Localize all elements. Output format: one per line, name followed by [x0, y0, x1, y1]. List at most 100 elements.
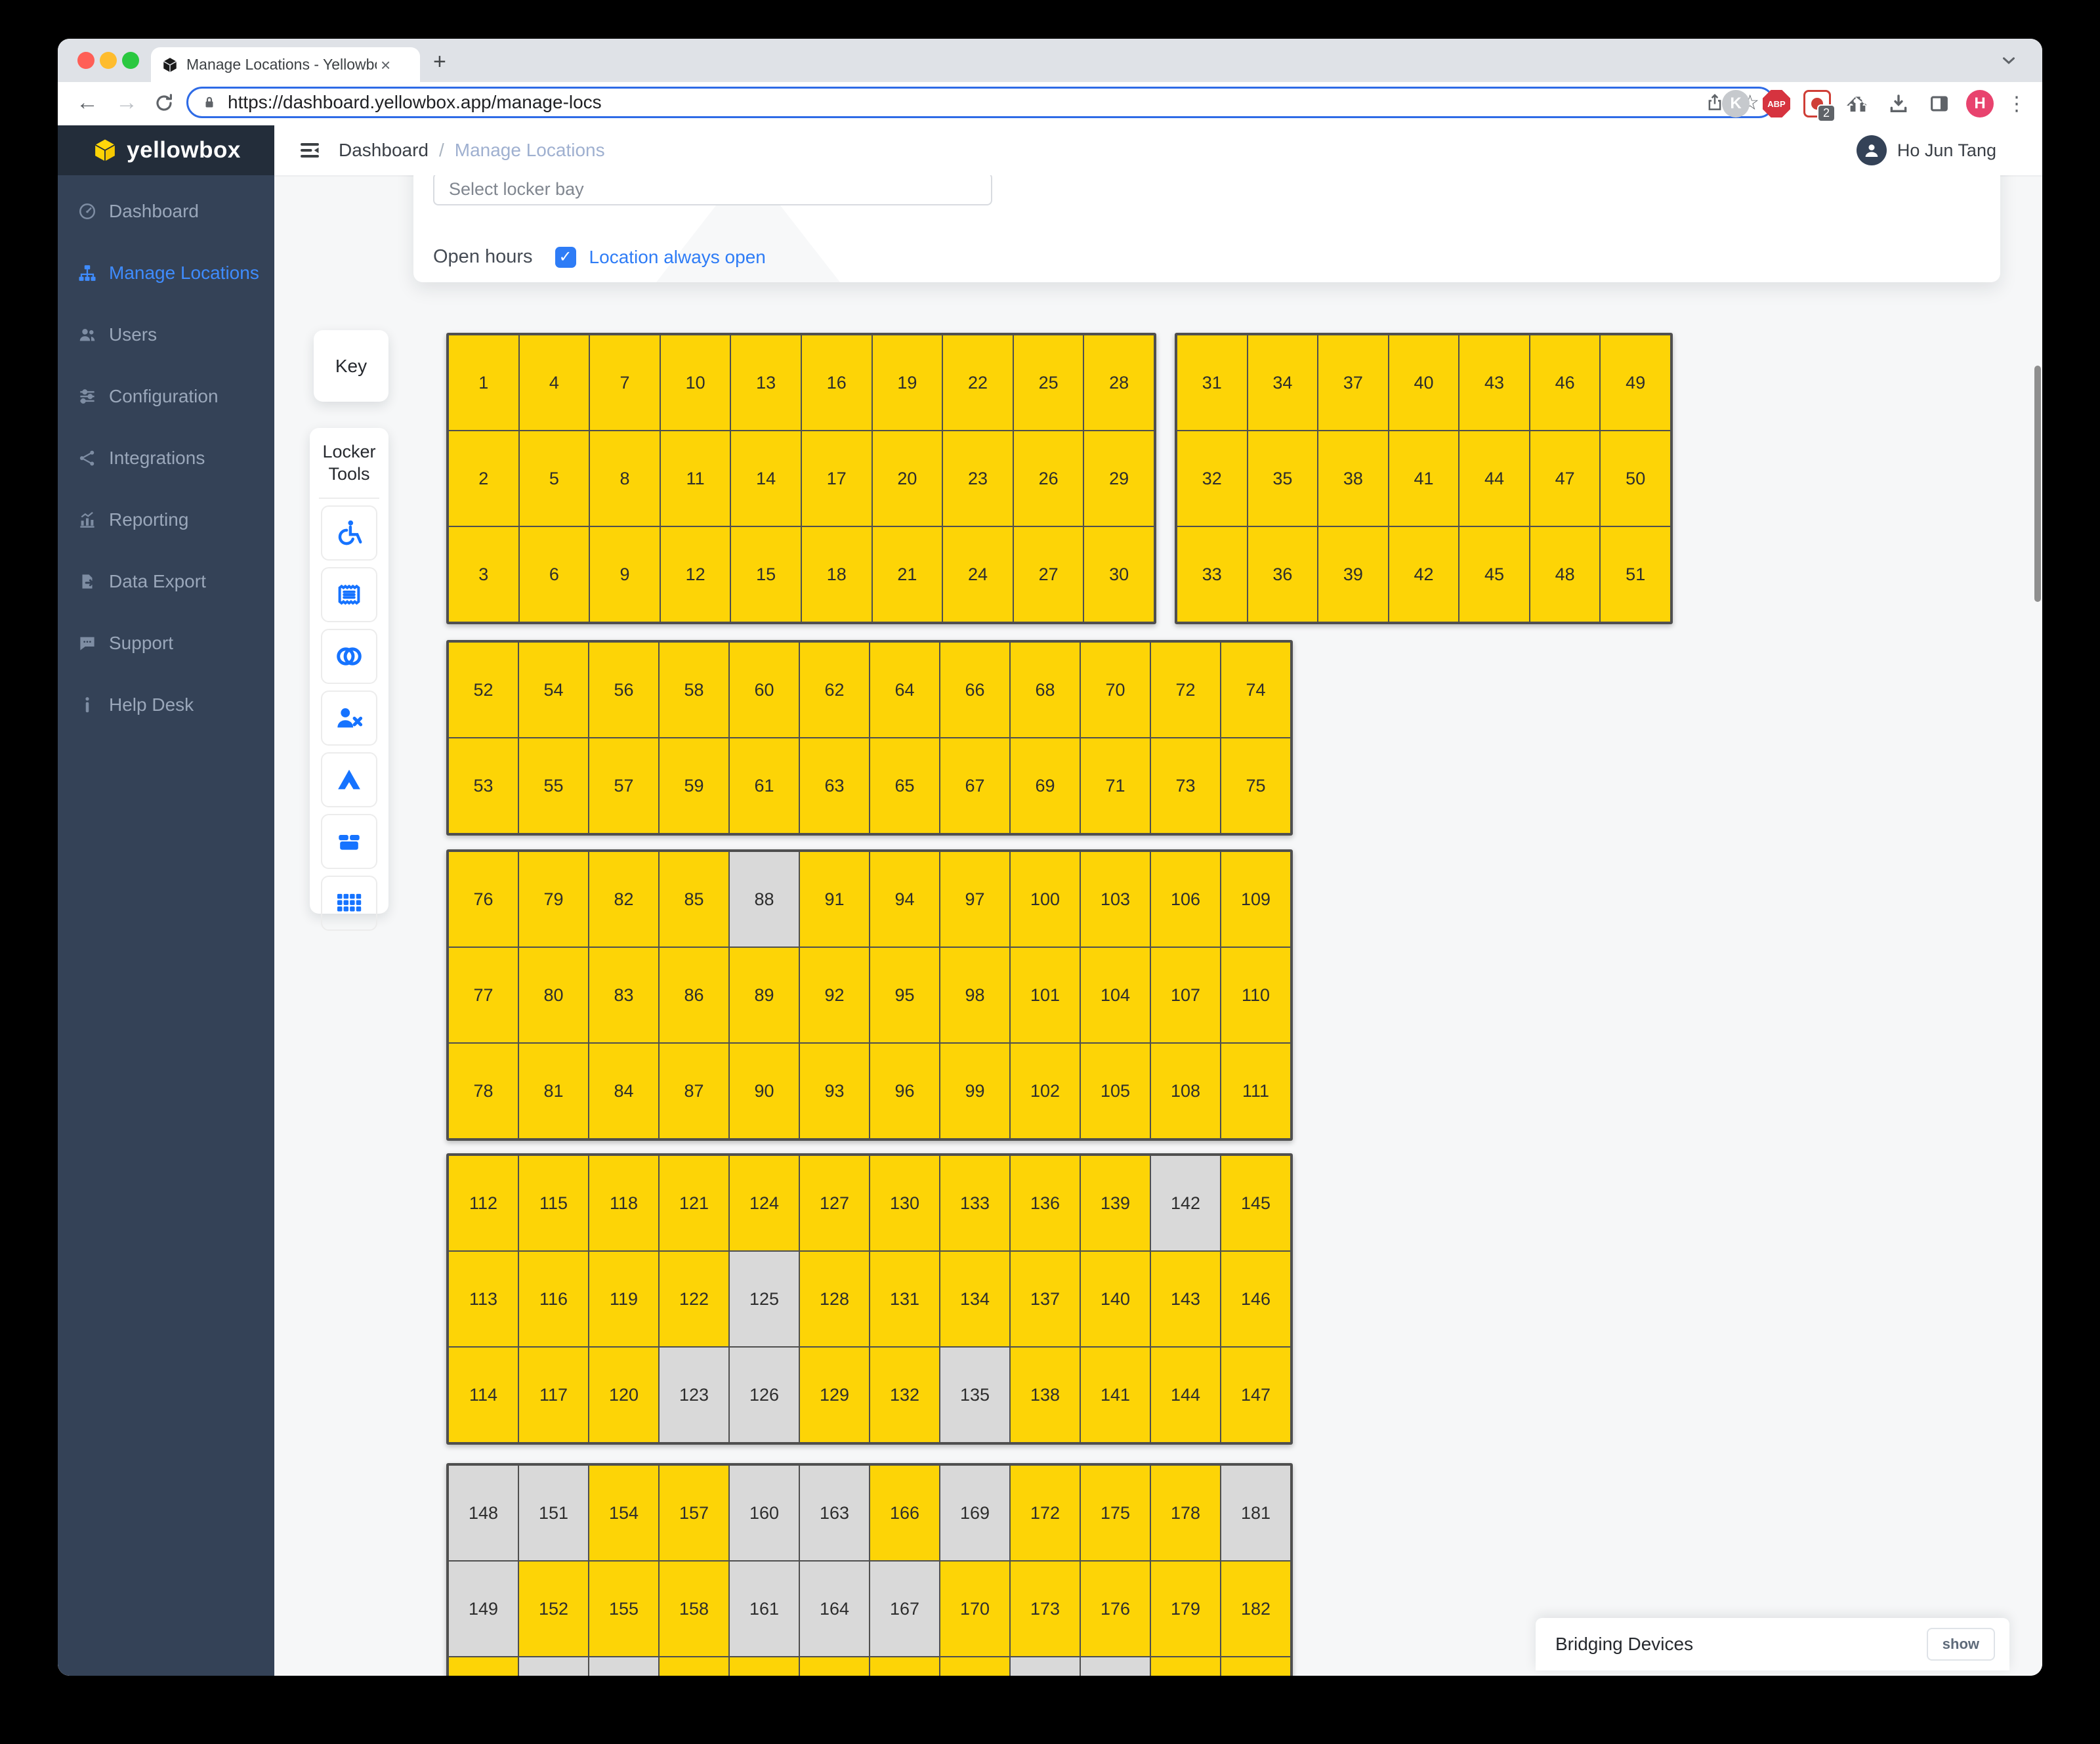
locker-cell-135[interactable]: 135 [940, 1347, 1010, 1443]
tool-circles-button[interactable] [321, 629, 377, 684]
locker-cell[interactable] [589, 1657, 659, 1676]
locker-cell-39[interactable]: 39 [1318, 526, 1389, 622]
locker-cell-103[interactable]: 103 [1080, 851, 1150, 947]
url-text[interactable]: https://dashboard.yellowbox.app/manage-l… [228, 92, 1689, 113]
locker-cell-154[interactable]: 154 [589, 1465, 659, 1561]
locker-cell-71[interactable]: 71 [1080, 738, 1150, 834]
locker-cell-102[interactable]: 102 [1010, 1043, 1080, 1139]
locker-cell[interactable] [448, 1657, 518, 1676]
locker-cell-2[interactable]: 2 [448, 431, 519, 526]
locker-cell-140[interactable]: 140 [1080, 1251, 1150, 1347]
locker-cell-116[interactable]: 116 [518, 1251, 589, 1347]
locker-cell-161[interactable]: 161 [729, 1561, 799, 1657]
locker-cell-100[interactable]: 100 [1010, 851, 1080, 947]
sidebar-item-help[interactable]: Help Desk [58, 674, 274, 736]
locker-cell-132[interactable]: 132 [870, 1347, 940, 1443]
sidebar-item-export[interactable]: Data Export [58, 551, 274, 612]
locker-cell-147[interactable]: 147 [1221, 1347, 1291, 1443]
window-zoom-button[interactable] [122, 52, 139, 69]
browser-menu-icon[interactable]: ⋮ [2007, 93, 2026, 116]
locker-cell-27[interactable]: 27 [1013, 526, 1084, 622]
locker-cell-21[interactable]: 21 [872, 526, 943, 622]
locker-cell-149[interactable]: 149 [448, 1561, 518, 1657]
locker-cell-119[interactable]: 119 [589, 1251, 659, 1347]
locker-cell-54[interactable]: 54 [518, 642, 589, 738]
locker-cell-111[interactable]: 111 [1221, 1043, 1291, 1139]
locker-cell-17[interactable]: 17 [801, 431, 872, 526]
locker-cell-146[interactable]: 146 [1221, 1251, 1291, 1347]
locker-cell[interactable] [729, 1657, 799, 1676]
locker-cell-24[interactable]: 24 [942, 526, 1013, 622]
locker-cell-160[interactable]: 160 [729, 1465, 799, 1561]
locker-cell-56[interactable]: 56 [589, 642, 659, 738]
locker-cell-22[interactable]: 22 [942, 335, 1013, 431]
tool-grid-button[interactable] [321, 876, 377, 931]
locker-cell-106[interactable]: 106 [1150, 851, 1221, 947]
sidebar-item-reporting[interactable]: Reporting [58, 489, 274, 551]
locker-cell-169[interactable]: 169 [940, 1465, 1010, 1561]
checkbox-checked-icon[interactable]: ✓ [555, 247, 576, 268]
locker-cell-5[interactable]: 5 [519, 431, 590, 526]
locker-cell-134[interactable]: 134 [940, 1251, 1010, 1347]
locker-cell-53[interactable]: 53 [448, 738, 518, 834]
locker-cell-107[interactable]: 107 [1150, 947, 1221, 1043]
locker-cell-130[interactable]: 130 [870, 1155, 940, 1251]
browser-tab[interactable]: Manage Locations - Yellowbox × [151, 47, 420, 82]
locker-cell-104[interactable]: 104 [1080, 947, 1150, 1043]
locker-cell-55[interactable]: 55 [518, 738, 589, 834]
locker-cell-73[interactable]: 73 [1150, 738, 1221, 834]
tool-user-remove-button[interactable] [321, 691, 377, 746]
locker-cell-94[interactable]: 94 [870, 851, 940, 947]
locker-cell-63[interactable]: 63 [799, 738, 870, 834]
locker-cell-95[interactable]: 95 [870, 947, 940, 1043]
breadcrumb-dashboard[interactable]: Dashboard [339, 140, 429, 161]
locker-cell-105[interactable]: 105 [1080, 1043, 1150, 1139]
menu-fold-icon[interactable] [298, 138, 322, 162]
locker-cell-61[interactable]: 61 [729, 738, 799, 834]
locker-cell-142[interactable]: 142 [1150, 1155, 1221, 1251]
window-minimize-button[interactable] [100, 52, 117, 69]
locker-cell-173[interactable]: 173 [1010, 1561, 1080, 1657]
locker-cell-124[interactable]: 124 [729, 1155, 799, 1251]
locker-cell-148[interactable]: 148 [448, 1465, 518, 1561]
locker-cell-99[interactable]: 99 [940, 1043, 1010, 1139]
locker-cell-158[interactable]: 158 [659, 1561, 729, 1657]
url-bar[interactable]: https://dashboard.yellowbox.app/manage-l… [186, 87, 1774, 118]
locker-cell-40[interactable]: 40 [1389, 335, 1460, 431]
locker-cell-30[interactable]: 30 [1083, 526, 1154, 622]
locker-cell-113[interactable]: 113 [448, 1251, 518, 1347]
forward-button[interactable]: → [116, 90, 138, 116]
locker-cell-75[interactable]: 75 [1221, 738, 1291, 834]
locker-cell[interactable] [870, 1657, 940, 1676]
locker-cell-76[interactable]: 76 [448, 851, 518, 947]
locker-cell[interactable] [518, 1657, 589, 1676]
locker-cell-13[interactable]: 13 [730, 335, 801, 431]
tab-search-chevron-icon[interactable] [1999, 51, 2019, 70]
locker-cell-84[interactable]: 84 [589, 1043, 659, 1139]
locker-cell-7[interactable]: 7 [589, 335, 660, 431]
locker-cell-80[interactable]: 80 [518, 947, 589, 1043]
locker-cell[interactable] [1010, 1657, 1080, 1676]
locker-cell-33[interactable]: 33 [1177, 526, 1248, 622]
locker-cell-52[interactable]: 52 [448, 642, 518, 738]
locker-cell-34[interactable]: 34 [1248, 335, 1318, 431]
new-tab-button[interactable]: + [433, 51, 446, 73]
locker-cell-74[interactable]: 74 [1221, 642, 1291, 738]
extension-k-icon[interactable]: K [1722, 90, 1750, 117]
locker-cell-59[interactable]: 59 [659, 738, 729, 834]
locker-cell-120[interactable]: 120 [589, 1347, 659, 1443]
locker-cell-36[interactable]: 36 [1248, 526, 1318, 622]
locker-cell-62[interactable]: 62 [799, 642, 870, 738]
back-button[interactable]: ← [76, 90, 98, 116]
locker-cell-144[interactable]: 144 [1150, 1347, 1221, 1443]
reload-button[interactable] [154, 93, 175, 114]
locker-cell-50[interactable]: 50 [1600, 431, 1671, 526]
tool-tent-button[interactable] [321, 752, 377, 807]
locker-cell-133[interactable]: 133 [940, 1155, 1010, 1251]
locker-cell-83[interactable]: 83 [589, 947, 659, 1043]
locker-cell-118[interactable]: 118 [589, 1155, 659, 1251]
locker-cell-89[interactable]: 89 [729, 947, 799, 1043]
locker-cell-175[interactable]: 175 [1080, 1465, 1150, 1561]
browser-profile-avatar[interactable]: H [1966, 90, 1994, 117]
locker-cell-87[interactable]: 87 [659, 1043, 729, 1139]
